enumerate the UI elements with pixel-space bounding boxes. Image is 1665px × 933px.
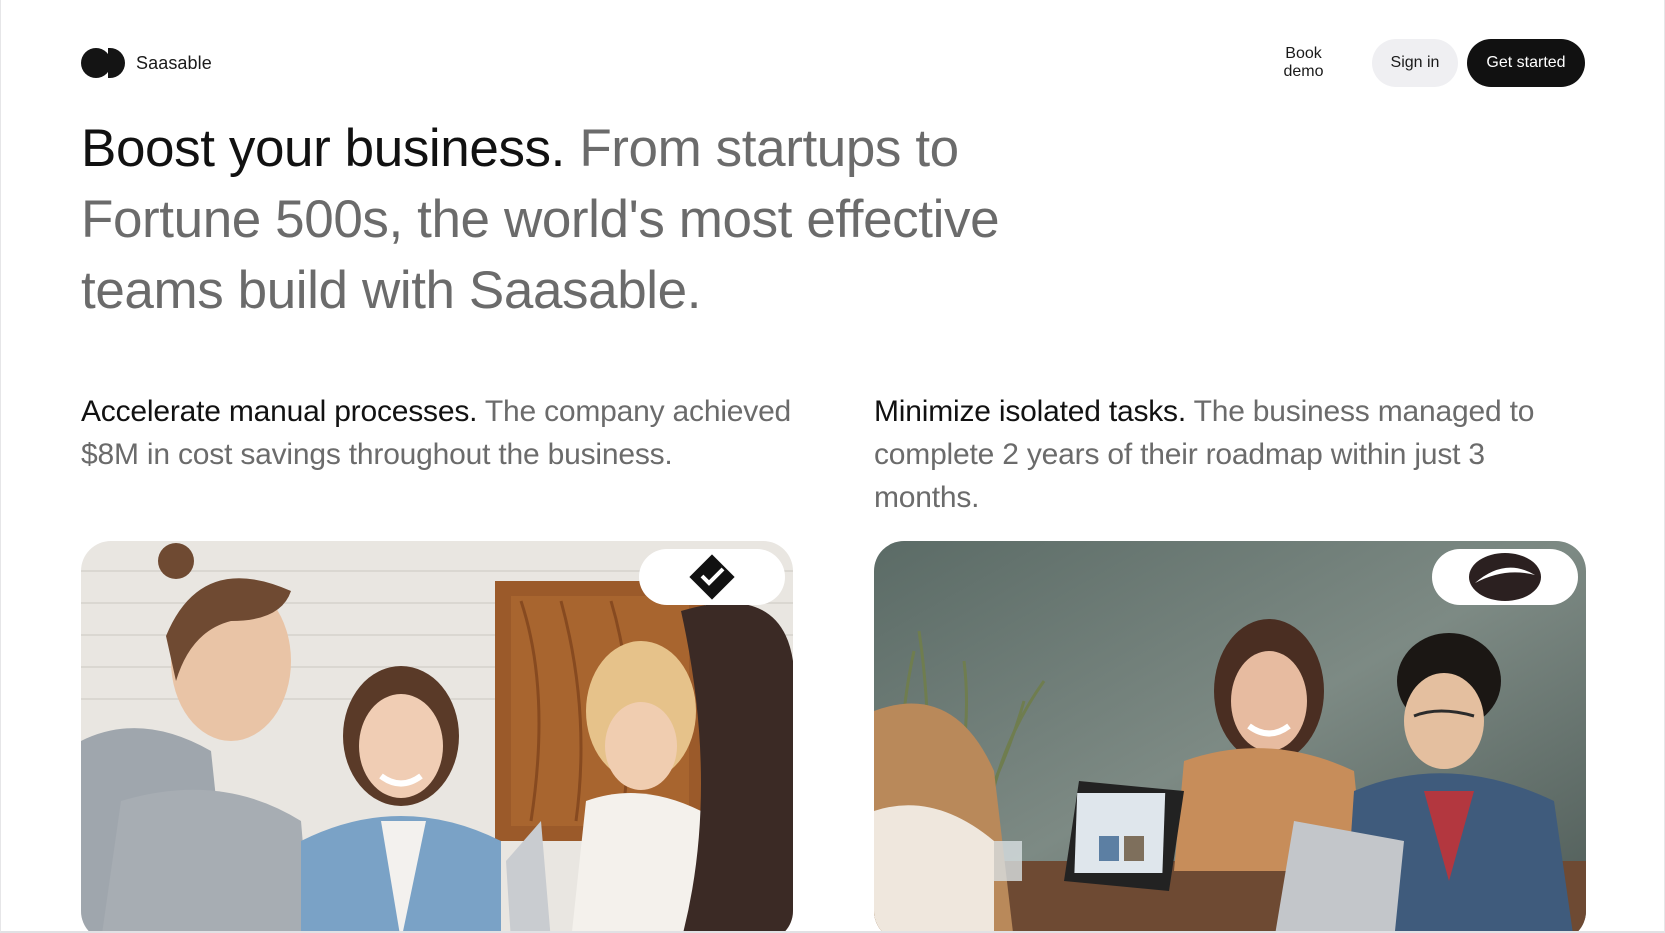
brand-name: Saasable	[136, 52, 212, 73]
case-study-text: Accelerate manual processes. The company…	[81, 390, 793, 540]
header-nav: Book demo Sign in Get started	[1244, 39, 1585, 87]
case-study-text: Minimize isolated tasks. The business ma…	[874, 390, 1586, 540]
get-started-button[interactable]: Get started	[1467, 39, 1585, 87]
site-header: Saasable Book demo Sign in Get started	[81, 38, 1585, 88]
company-badge	[1432, 549, 1578, 605]
case-study-card-2[interactable]: Minimize isolated tasks. The business ma…	[874, 390, 1586, 931]
book-demo-button[interactable]: Book demo	[1244, 39, 1363, 87]
team-meeting-photo	[81, 541, 793, 931]
hero-lead: Boost your business.	[81, 119, 565, 178]
brand-home-link[interactable]: Saasable	[81, 48, 212, 78]
team-laptop-photo	[874, 541, 1586, 931]
swoosh-oval-logo-icon	[1469, 553, 1541, 601]
two-circle-logo-icon	[81, 48, 126, 78]
case-study-headline: Accelerate manual processes.	[81, 395, 478, 428]
page: Saasable Book demo Sign in Get started B…	[0, 0, 1665, 933]
sign-in-button[interactable]: Sign in	[1372, 39, 1458, 87]
case-study-card-1[interactable]: Accelerate manual processes. The company…	[81, 390, 793, 931]
company-badge	[639, 549, 785, 605]
diamond-check-logo-icon	[689, 554, 735, 600]
hero-heading: Boost your business. From startups to Fo…	[81, 113, 1041, 326]
case-study-headline: Minimize isolated tasks.	[874, 395, 1186, 428]
